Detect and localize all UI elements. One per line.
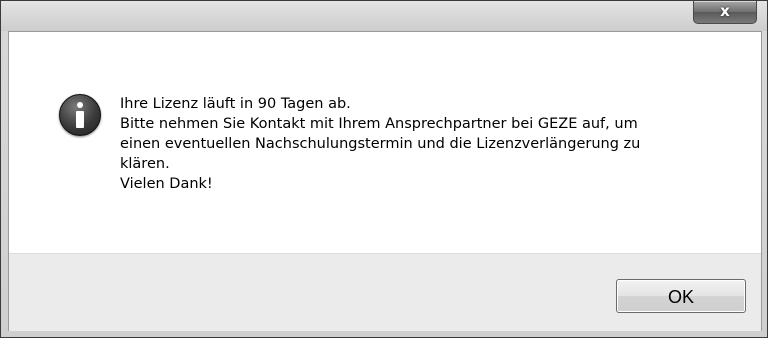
- message-dialog: x Ihre Lizenz läuft in 90 Tagen ab. Bitt…: [0, 0, 768, 338]
- ok-button[interactable]: OK: [616, 279, 746, 313]
- message-line: einen eventuellen Nachschulungstermin un…: [120, 136, 641, 152]
- close-button[interactable]: x: [693, 1, 757, 24]
- close-icon: x: [720, 2, 730, 20]
- message-line: Bitte nehmen Sie Kontakt mit Ihrem Anspr…: [120, 116, 638, 132]
- dialog-body: Ihre Lizenz läuft in 90 Tagen ab. Bitte …: [8, 31, 762, 331]
- message-line: Vielen Dank!: [120, 176, 213, 192]
- title-bar[interactable]: x: [1, 1, 767, 31]
- info-icon: [59, 94, 101, 136]
- message-line: klären.: [120, 156, 170, 172]
- message-text: Ihre Lizenz läuft in 90 Tagen ab. Bitte …: [120, 94, 740, 194]
- message-area: Ihre Lizenz läuft in 90 Tagen ab. Bitte …: [9, 32, 761, 253]
- message-line: Ihre Lizenz läuft in 90 Tagen ab.: [120, 96, 351, 112]
- button-bar: OK: [9, 253, 761, 331]
